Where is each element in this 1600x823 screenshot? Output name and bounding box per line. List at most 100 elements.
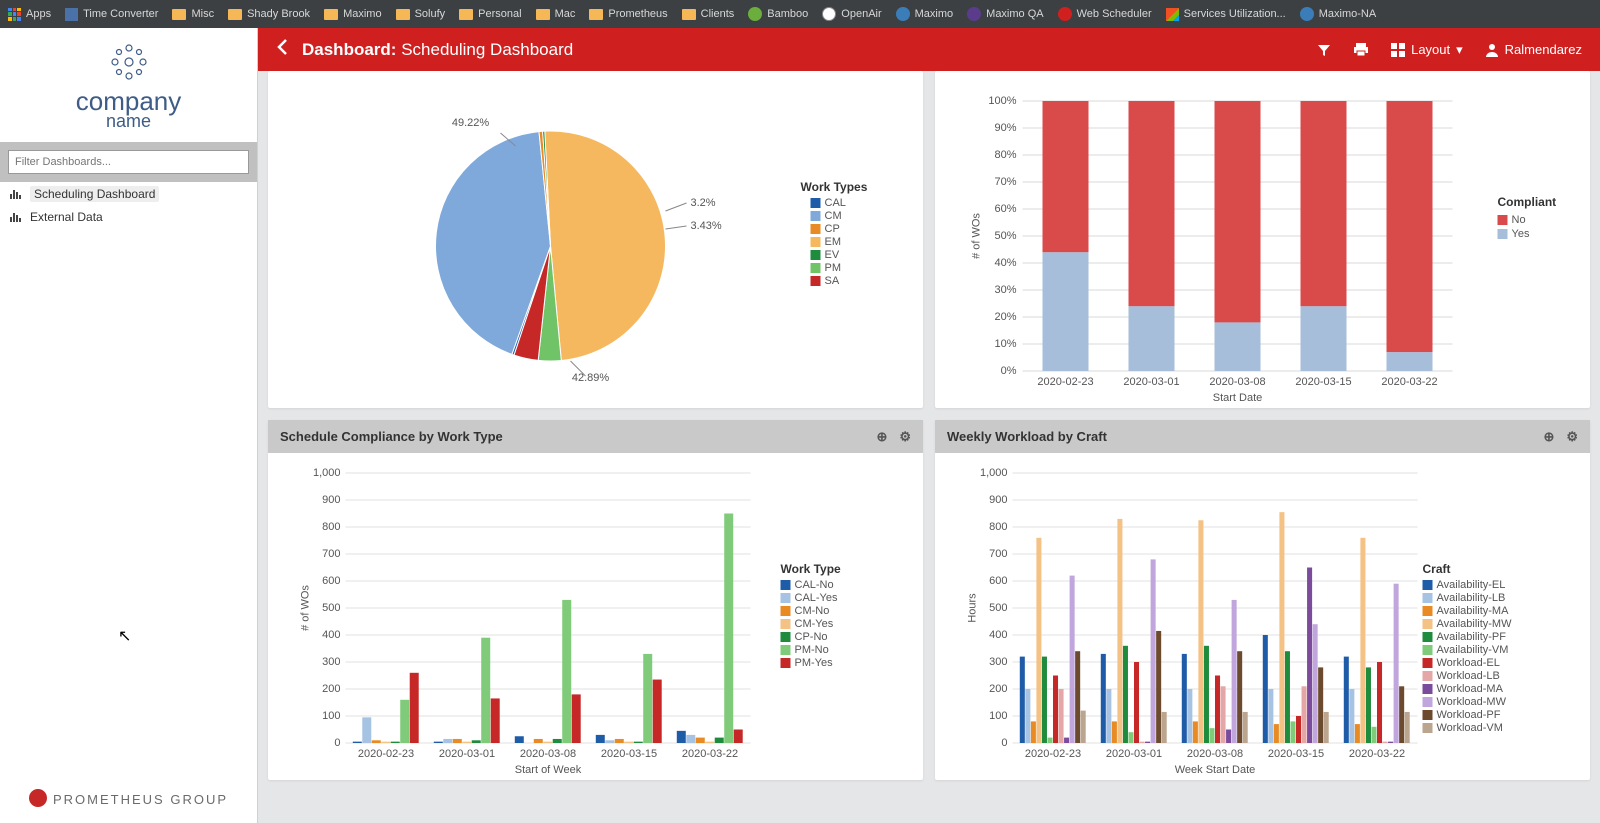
cursor-icon: ↖	[118, 626, 131, 646]
filter-icon[interactable]	[1317, 43, 1331, 57]
svg-text:2020-03-01: 2020-03-01	[1123, 376, 1179, 388]
bookmark-item[interactable]: Maximo	[896, 7, 954, 21]
svg-text:300: 300	[989, 656, 1007, 668]
svg-text:600: 600	[989, 575, 1007, 587]
svg-text:Workload-MA: Workload-MA	[1437, 683, 1504, 695]
svg-text:42.89%: 42.89%	[572, 372, 610, 384]
bookmark-item[interactable]: Services Utilization...	[1166, 8, 1286, 21]
svg-text:2020-03-08: 2020-03-08	[520, 748, 576, 760]
svg-text:10%: 10%	[994, 338, 1016, 350]
svg-text:2020-03-08: 2020-03-08	[1187, 748, 1243, 760]
svg-text:Availability-EL: Availability-EL	[1437, 579, 1506, 591]
svg-text:EM: EM	[825, 236, 842, 248]
gear-icon[interactable]: ⚙	[899, 429, 911, 445]
svg-text:Availability-MA: Availability-MA	[1437, 605, 1510, 617]
svg-text:900: 900	[322, 494, 340, 506]
bookmark-item[interactable]: Solufy	[396, 8, 446, 20]
filter-wrap	[0, 142, 257, 182]
svg-text:Workload-MW: Workload-MW	[1437, 696, 1507, 708]
svg-text:1,000: 1,000	[313, 467, 341, 479]
svg-text:3.43%: 3.43%	[691, 220, 722, 232]
sidebar-item[interactable]: External Data	[0, 206, 257, 228]
bookmark-item[interactable]: Clients	[682, 8, 735, 20]
svg-text:CM-Yes: CM-Yes	[795, 618, 834, 630]
zoom-icon[interactable]: ⊕	[876, 429, 887, 445]
svg-text:200: 200	[322, 683, 340, 695]
bookmarks-bar: Apps Time Converter Misc Shady Brook Maximo S…	[0, 0, 1600, 28]
bookmark-item[interactable]: Maximo-NA	[1300, 7, 1376, 21]
bookmark-item[interactable]: Misc	[172, 8, 214, 20]
svg-text:100: 100	[322, 710, 340, 722]
svg-text:500: 500	[989, 602, 1007, 614]
flame-icon	[29, 789, 47, 807]
bookmark-item[interactable]: Personal	[459, 8, 521, 20]
svg-text:40%: 40%	[994, 257, 1016, 269]
user-menu[interactable]: Ralmendarez	[1485, 42, 1582, 57]
svg-text:900: 900	[989, 494, 1007, 506]
svg-text:49.22%: 49.22%	[452, 117, 490, 129]
bookmark-item[interactable]: Time Converter	[65, 8, 158, 21]
bookmark-item[interactable]: Mac	[536, 8, 576, 20]
svg-text:Availability-PF: Availability-PF	[1437, 631, 1507, 643]
svg-text:400: 400	[989, 629, 1007, 641]
svg-text:800: 800	[989, 521, 1007, 533]
dashboard-area: 49.22%3.2%3.43%42.89%Work TypesCALCMCPEM…	[258, 71, 1600, 823]
bookmark-item[interactable]: Bamboo	[748, 7, 808, 21]
filter-dashboards-input[interactable]	[8, 150, 249, 174]
zoom-icon[interactable]: ⊕	[1543, 429, 1554, 445]
panel-compliance-stacked: 0%10%20%30%40%50%60%70%80%90%100%2020-02…	[935, 71, 1590, 408]
svg-text:2020-03-01: 2020-03-01	[1106, 748, 1162, 760]
bookmark-item[interactable]: Apps	[8, 8, 51, 21]
svg-text:Workload-LB: Workload-LB	[1437, 670, 1500, 682]
svg-text:700: 700	[989, 548, 1007, 560]
layout-menu[interactable]: Layout ▾	[1391, 42, 1463, 58]
panel-header: Schedule Compliance by Work Type ⊕⚙	[268, 420, 923, 453]
svg-text:CAL-No: CAL-No	[795, 579, 834, 591]
svg-text:50%: 50%	[994, 230, 1016, 242]
svg-text:100%: 100%	[988, 95, 1016, 107]
svg-text:Yes: Yes	[1512, 228, 1530, 240]
svg-text:3.2%: 3.2%	[691, 197, 716, 209]
svg-text:400: 400	[322, 629, 340, 641]
bookmark-item[interactable]: Prometheus	[589, 8, 667, 20]
svg-text:Hours: Hours	[967, 593, 979, 623]
gear-icon[interactable]: ⚙	[1566, 429, 1578, 445]
panel-weekly-workload: Weekly Workload by Craft ⊕⚙ 010020030040…	[935, 420, 1590, 780]
svg-text:90%: 90%	[994, 122, 1016, 134]
bookmark-item[interactable]: Maximo QA	[967, 7, 1043, 21]
footer-brand: PROMETHEUS GROUP	[0, 777, 257, 823]
svg-text:700: 700	[322, 548, 340, 560]
print-icon[interactable]	[1353, 43, 1369, 57]
svg-text:2020-03-22: 2020-03-22	[682, 748, 738, 760]
svg-text:Availability-VM: Availability-VM	[1437, 644, 1509, 656]
panel-header: Weekly Workload by Craft ⊕⚙	[935, 420, 1590, 453]
svg-text:Availability-MW: Availability-MW	[1437, 618, 1513, 630]
bookmark-item[interactable]: Web Scheduler	[1058, 7, 1152, 21]
svg-text:Work Types: Work Types	[801, 180, 868, 194]
svg-text:60%: 60%	[994, 203, 1016, 215]
svg-text:300: 300	[322, 656, 340, 668]
svg-text:CP-No: CP-No	[795, 631, 828, 643]
svg-text:Workload-PF: Workload-PF	[1437, 709, 1501, 721]
back-button[interactable]	[276, 38, 288, 61]
bookmark-item[interactable]: OpenAir	[822, 7, 881, 21]
svg-text:2020-02-23: 2020-02-23	[1025, 748, 1081, 760]
svg-text:Week Start Date: Week Start Date	[1175, 764, 1256, 776]
sidebar-item[interactable]: Scheduling Dashboard	[0, 182, 257, 206]
svg-text:2020-03-08: 2020-03-08	[1209, 376, 1265, 388]
svg-text:200: 200	[989, 683, 1007, 695]
svg-text:70%: 70%	[994, 176, 1016, 188]
svg-text:CP: CP	[825, 223, 840, 235]
bookmark-item[interactable]: Maximo	[324, 8, 382, 20]
page-title: Dashboard: Scheduling Dashboard	[302, 40, 573, 60]
svg-text:Availability-LB: Availability-LB	[1437, 592, 1506, 604]
svg-text:Workload-EL: Workload-EL	[1437, 657, 1500, 669]
bookmark-item[interactable]: Shady Brook	[228, 8, 310, 20]
svg-text:SA: SA	[825, 275, 840, 287]
svg-text:CAL: CAL	[825, 197, 846, 209]
svg-text:0: 0	[1001, 737, 1007, 749]
chevron-down-icon: ▾	[1456, 42, 1463, 58]
app-header: Dashboard: Scheduling Dashboard Layout ▾…	[258, 28, 1600, 71]
svg-text:Workload-VM: Workload-VM	[1437, 722, 1503, 734]
svg-text:# of WOs: # of WOs	[971, 213, 983, 259]
